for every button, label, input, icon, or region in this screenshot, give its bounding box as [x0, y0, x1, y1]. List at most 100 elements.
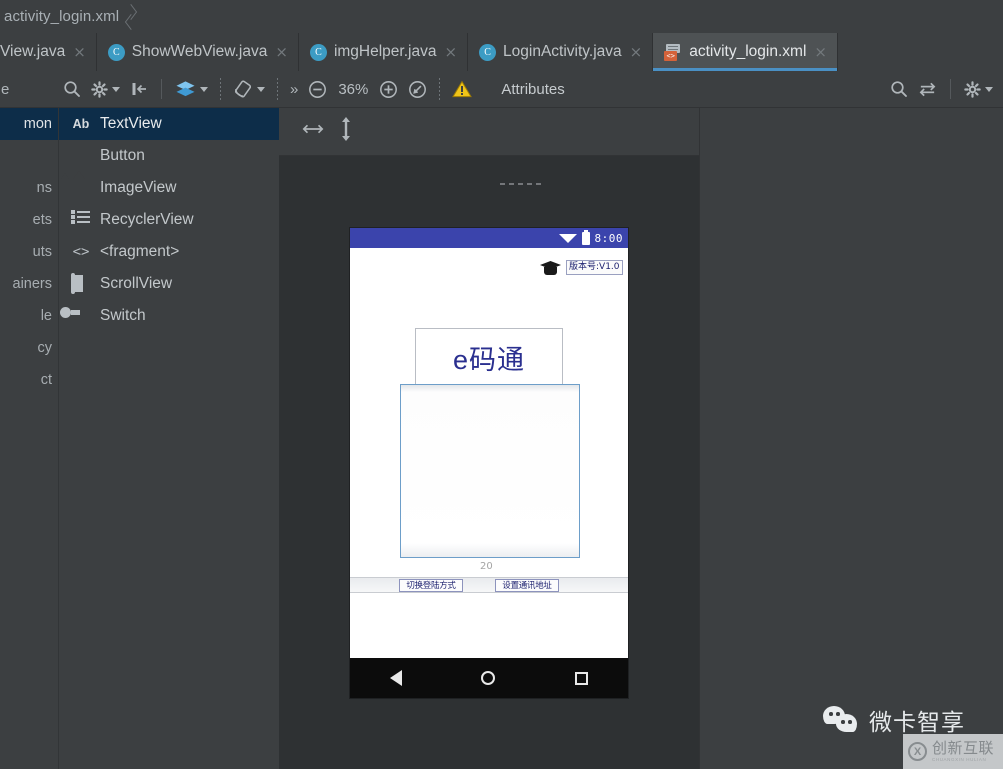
device-rotate-icon[interactable] — [228, 74, 270, 104]
close-icon[interactable]: × — [813, 44, 828, 60]
breadcrumb: activity_login.xml — [0, 0, 1003, 33]
editor-toolbar: e » 36% Attributes — [0, 71, 1003, 108]
palette-category-layouts[interactable]: uts — [0, 236, 58, 268]
wechat-logo-icon — [823, 706, 859, 734]
button-row: 切换登陆方式 设置通讯地址 — [350, 577, 628, 593]
device-nav-bar — [350, 658, 628, 698]
fragment-icon: <> — [72, 244, 90, 260]
palette-category-label: ainers — [12, 276, 53, 292]
tab-label: View.java — [0, 43, 66, 60]
resize-horizontal-icon[interactable] — [301, 122, 325, 141]
palette-item-textview[interactable]: Ab TextView — [59, 108, 279, 140]
toolbar-divider — [220, 78, 221, 100]
xml-layout-icon: <> — [664, 43, 682, 61]
switch-login-mode-button[interactable]: 切换登陆方式 — [399, 579, 463, 592]
palette-item-label: <fragment> — [100, 243, 180, 260]
palette-category-project[interactable]: ct — [0, 364, 58, 396]
java-class-icon: C — [309, 43, 327, 61]
swap-arrows-icon[interactable] — [913, 74, 942, 104]
switch-icon — [71, 307, 91, 325]
palette-category-common[interactable]: mon — [0, 108, 58, 140]
close-icon[interactable]: × — [72, 44, 87, 60]
button-icon — [71, 147, 91, 165]
chevron-down-icon[interactable] — [257, 86, 265, 92]
set-server-address-button[interactable]: 设置通讯地址 — [495, 579, 559, 592]
nav-recents-icon[interactable] — [575, 671, 589, 685]
graduation-cap-icon[interactable] — [540, 258, 561, 276]
palette-category-label: ct — [40, 372, 52, 388]
watermark-sub-text: CHUANGXIN HULIAN — [932, 756, 987, 762]
palette-item-button[interactable]: Button — [59, 140, 279, 172]
palette-category-label: ns — [36, 180, 52, 196]
status-time: 8:00 — [594, 231, 623, 245]
palette-category-legacy[interactable]: cy — [0, 332, 58, 364]
breadcrumb-item-file[interactable]: activity_login.xml — [0, 8, 119, 25]
collapse-panel-icon[interactable] — [125, 74, 153, 104]
chevron-down-icon[interactable] — [112, 86, 120, 92]
ide-window: activity_login.xml View.java × C ShowWeb… — [0, 0, 1003, 769]
app-title-label: e码通 — [452, 344, 526, 375]
palette-item-imageview[interactable]: ImageView — [59, 172, 279, 204]
overflow-label: » — [290, 80, 299, 98]
breadcrumb-separator-icon — [126, 0, 140, 33]
cx-logo-icon: X — [908, 742, 927, 761]
attributes-gear-icon[interactable] — [959, 74, 1003, 104]
search-icon[interactable] — [58, 74, 86, 104]
device-screen-body[interactable]: 版本号:V1.0 e码通 20 切换登陆方式 设置通讯地址 — [350, 248, 628, 658]
nav-back-icon[interactable] — [389, 670, 402, 686]
tab-label: imgHelper.java — [333, 43, 437, 60]
java-class-icon: C — [479, 43, 497, 61]
chevron-down-icon[interactable] — [200, 86, 208, 92]
wechat-watermark-text: 微卡智享 — [869, 709, 965, 735]
zoom-level-label: 36% — [338, 80, 369, 98]
tab-imghelper-java[interactable]: C imgHelper.java × — [299, 33, 469, 71]
selected-widget-container[interactable] — [400, 384, 580, 558]
design-surface-toolbar — [279, 108, 699, 156]
battery-icon — [581, 229, 590, 245]
gear-icon[interactable] — [86, 74, 125, 104]
palette-category-buttons[interactable]: ns — [0, 172, 58, 204]
editor-tab-bar: View.java × C ShowWebView.java × C imgHe… — [0, 33, 1003, 71]
palette-category-label: uts — [32, 244, 52, 260]
palette-item-list[interactable]: Ab TextView Button ImageView RecyclerVie… — [58, 108, 279, 769]
app-title-textview[interactable]: e码通 — [415, 328, 563, 386]
nav-home-icon[interactable] — [481, 671, 496, 685]
palette-item-scrollview[interactable]: ScrollView — [59, 268, 279, 300]
palette-category-containers[interactable]: ainers — [0, 268, 58, 300]
close-icon[interactable]: × — [629, 44, 644, 60]
toolbar-overflow-button[interactable]: » — [285, 74, 303, 104]
warning-triangle-icon[interactable] — [447, 74, 477, 104]
attributes-panel[interactable] — [699, 108, 1003, 769]
palette-item-label: Button — [100, 147, 145, 164]
attributes-search-icon[interactable] — [885, 74, 913, 104]
zoom-in-icon[interactable] — [374, 74, 403, 104]
java-class-icon: C — [107, 43, 125, 61]
zoom-out-icon[interactable] — [303, 74, 332, 104]
tab-showwebview-java[interactable]: C ShowWebView.java × — [97, 33, 299, 71]
palette-category-label: cy — [37, 340, 53, 356]
zoom-to-fit-icon[interactable] — [403, 74, 432, 104]
palette-item-fragment[interactable]: <> <fragment> — [59, 236, 279, 268]
close-icon[interactable]: × — [443, 44, 458, 60]
palette-item-label: Switch — [100, 307, 146, 324]
device-preview[interactable]: 8:00 版本号:V1.0 e码通 20 切换登陆方式 设置通讯地址 — [350, 228, 628, 698]
chevron-down-icon[interactable] — [985, 86, 993, 92]
palette-category-list[interactable]: mon ns ets uts ainers le cy ct — [0, 108, 58, 769]
tab-loginactivity-java[interactable]: C LoginActivity.java × — [468, 33, 654, 71]
version-textview[interactable]: 版本号:V1.0 — [566, 260, 623, 275]
palette-category-google[interactable]: le — [0, 300, 58, 332]
palette-category-widgets[interactable]: ets — [0, 204, 58, 236]
layers-icon[interactable] — [170, 74, 213, 104]
palette-item-recyclerview[interactable]: RecyclerView — [59, 204, 279, 236]
tab-view-java[interactable]: View.java × — [0, 33, 97, 71]
design-surface[interactable]: 8:00 版本号:V1.0 e码通 20 切换登陆方式 设置通讯地址 — [279, 156, 699, 769]
palette-category-label: le — [40, 308, 52, 324]
tab-activity-login-xml[interactable]: <> activity_login.xml × — [653, 33, 838, 71]
close-icon[interactable]: × — [274, 44, 289, 60]
resize-vertical-icon[interactable] — [339, 116, 353, 147]
palette-category-label: mon — [23, 116, 52, 132]
toolbar-divider — [439, 78, 441, 100]
watermark-main-text: 创新互联 — [932, 739, 995, 757]
toolbar-divider — [950, 79, 951, 99]
palette-item-switch[interactable]: Switch — [59, 300, 279, 332]
